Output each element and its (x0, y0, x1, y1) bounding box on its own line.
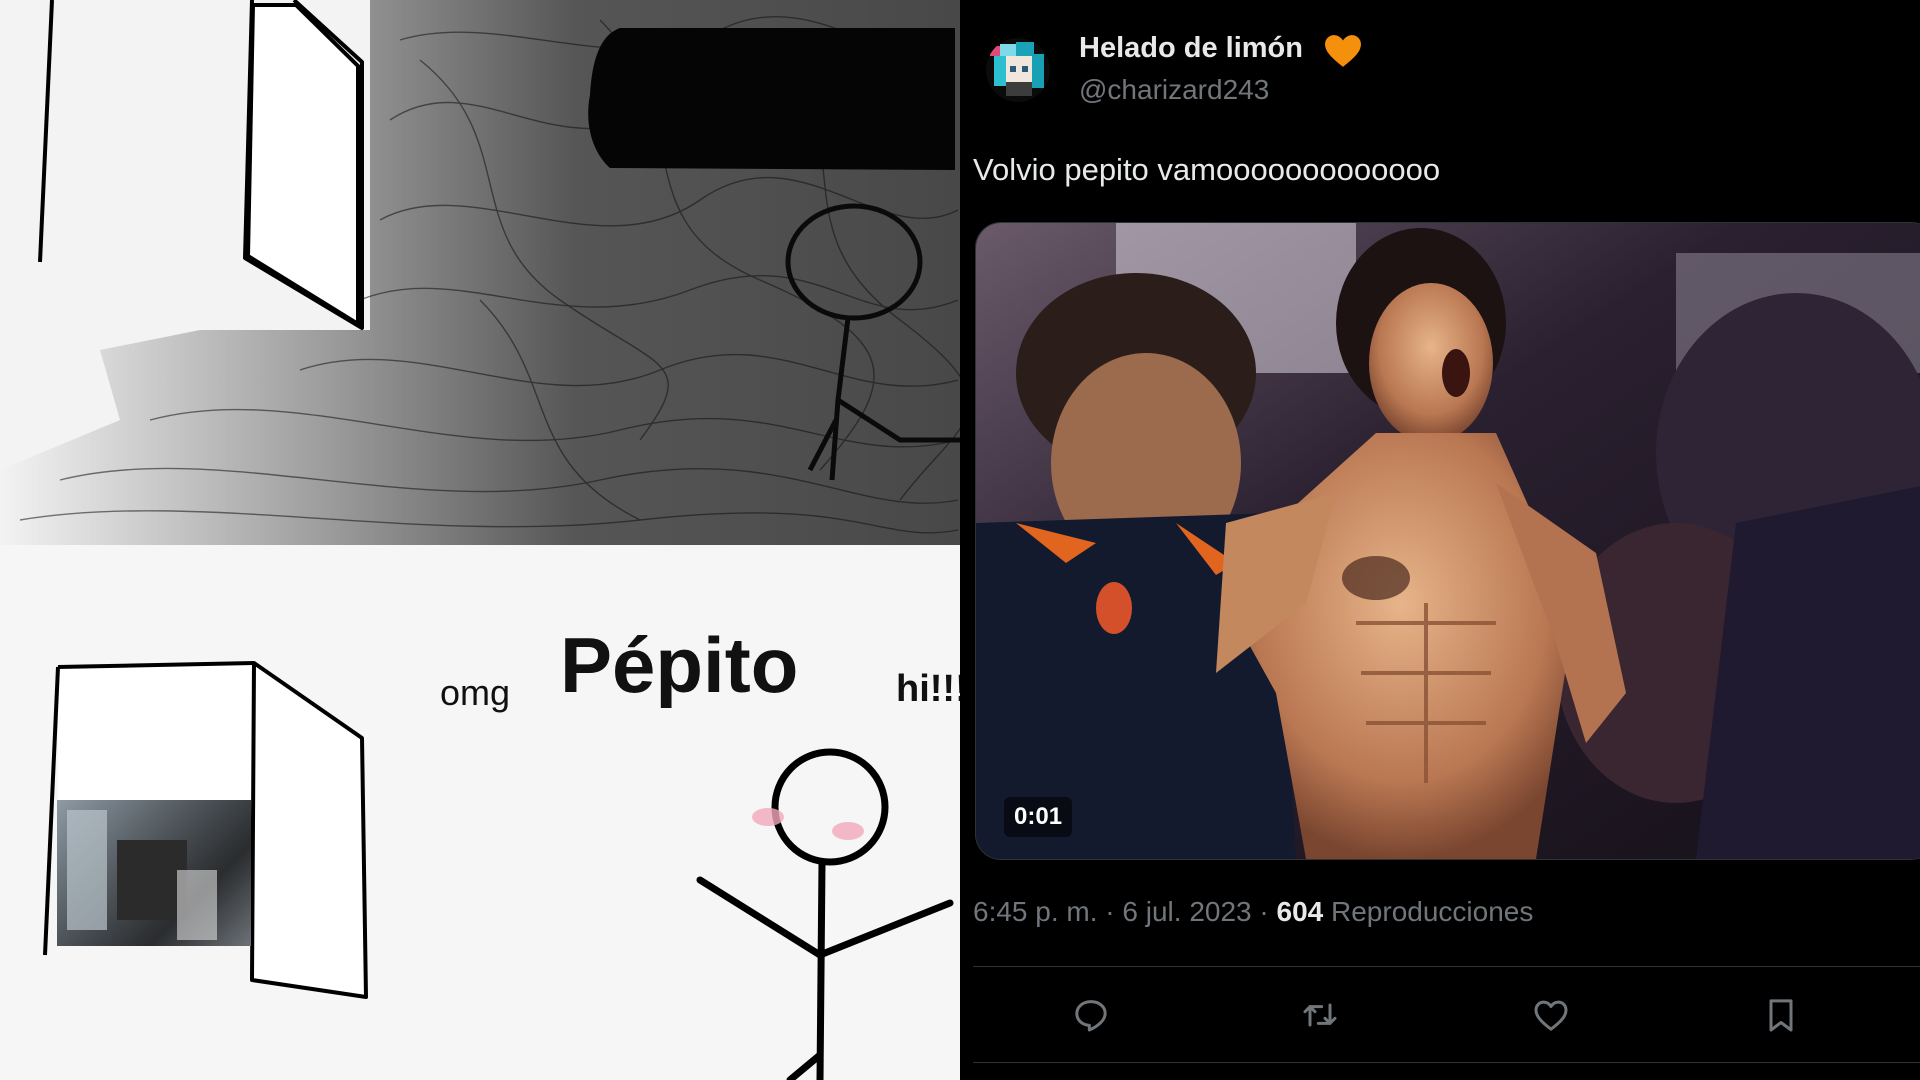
divider-bottom (973, 1062, 1920, 1063)
tweet-actions (960, 990, 1920, 1040)
tweet-card: Helado de limón @charizard243 Volvio pep… (960, 0, 1920, 1080)
video-player[interactable]: 0:01 (975, 222, 1920, 860)
meme-top-frame (0, 0, 960, 545)
video-duration-badge: 0:01 (1004, 797, 1073, 837)
avatar[interactable] (986, 38, 1050, 102)
meme-hi-text: hi!!! (896, 668, 960, 710)
divider (973, 966, 1920, 967)
bookmark-button[interactable] (1756, 990, 1806, 1040)
reply-icon (1075, 1000, 1107, 1032)
video-frame (976, 223, 1920, 859)
like-icon (1534, 1000, 1568, 1031)
tweet-metadata: 6:45 p. m. · 6 jul. 2023 · 604 Reproducc… (973, 896, 1533, 928)
views-count: 604 (1276, 896, 1324, 927)
display-name[interactable]: Helado de limón (1079, 32, 1303, 65)
retweet-button[interactable] (1295, 990, 1345, 1040)
meme-panel: omg Pépito hi!!! (0, 0, 960, 1080)
orange-heart-icon (1325, 35, 1361, 67)
like-button[interactable] (1526, 990, 1576, 1040)
reply-button[interactable] (1066, 990, 1116, 1040)
meme-title-text: Pépito (560, 621, 799, 709)
retweet-icon (1303, 1003, 1337, 1027)
scribble-drawing (0, 0, 960, 545)
meme-omg-text: omg (440, 672, 511, 713)
tweet-timestamp[interactable]: 6:45 p. m. · 6 jul. 2023 · (973, 896, 1277, 927)
doorway-photo (57, 800, 251, 946)
views-label: Reproducciones (1323, 896, 1534, 927)
tweet-text: Volvio pepito vamooooooooooooo (973, 152, 1441, 187)
bookmark-icon (1769, 999, 1793, 1032)
screenshot-root: omg Pépito hi!!! Helado de limón @chariz… (0, 0, 1920, 1080)
user-handle[interactable]: @charizard243 (1079, 74, 1269, 106)
